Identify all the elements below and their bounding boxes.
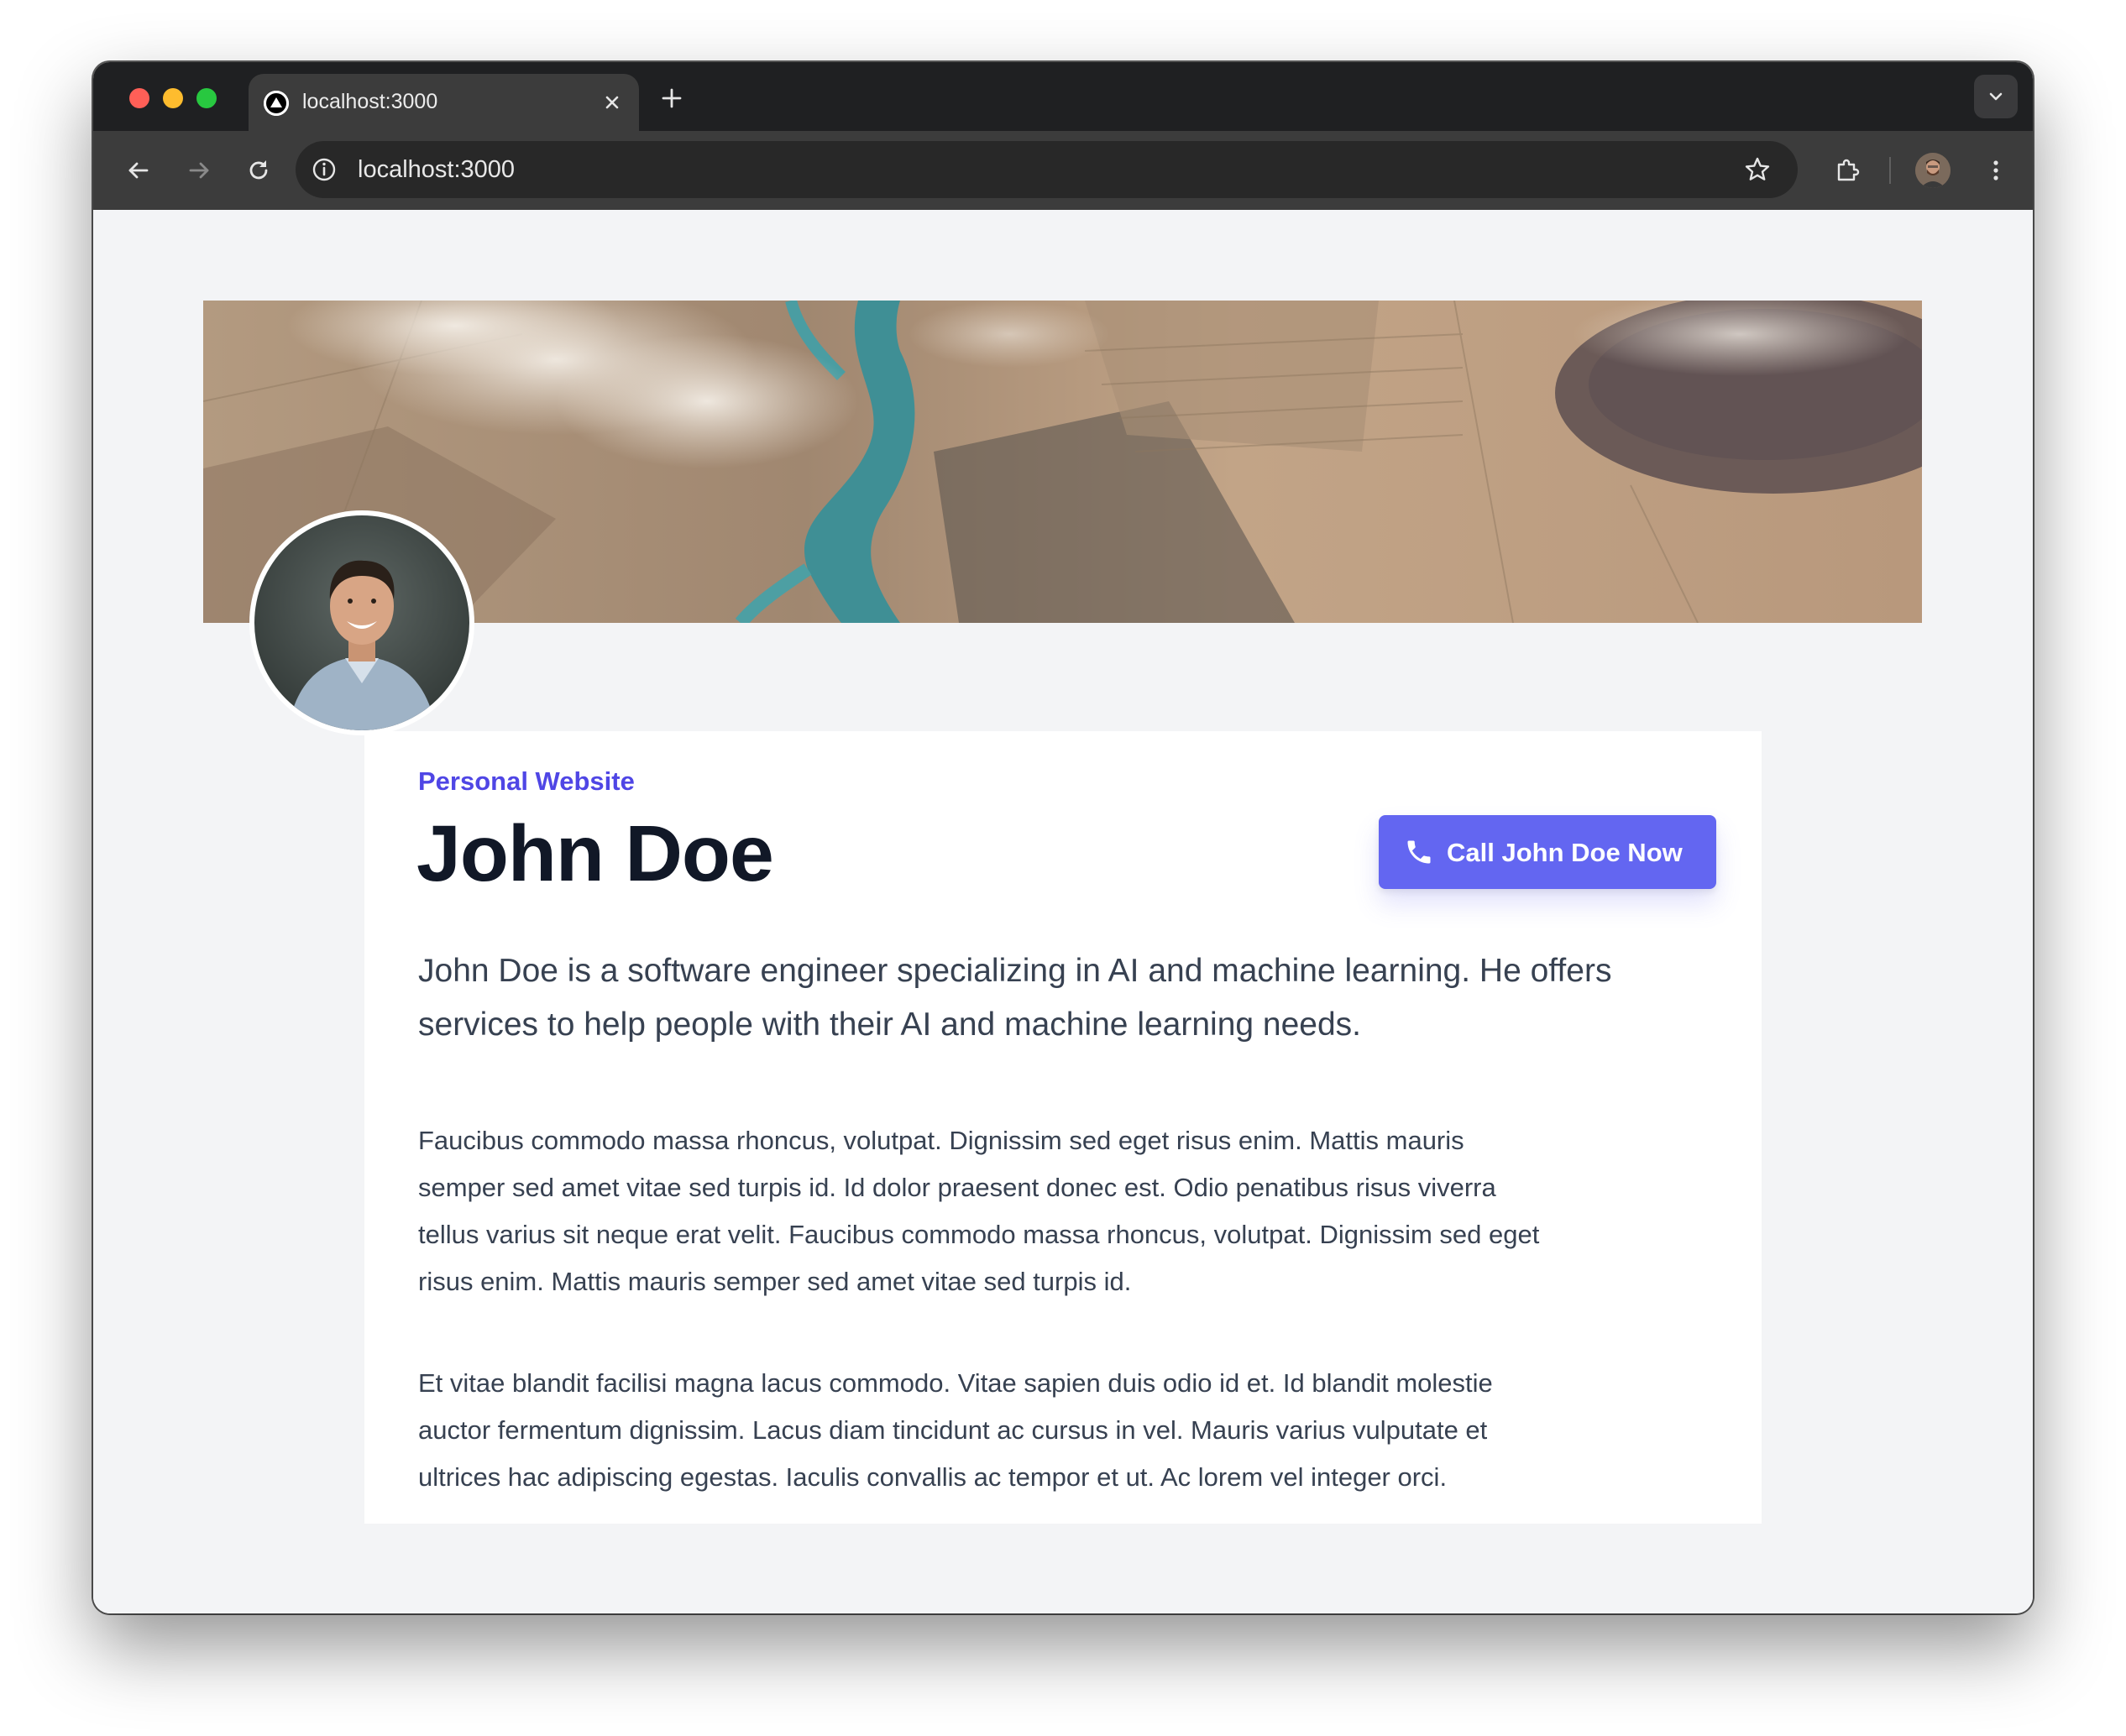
browser-window: localhost:3000 localhost:3000 Personal W… xyxy=(93,62,2033,1613)
arrow-left-icon xyxy=(128,162,149,179)
toolbar-separator xyxy=(1889,157,1891,184)
phone-icon xyxy=(1404,837,1434,867)
tab-search-button[interactable] xyxy=(1974,75,2018,118)
tab-strip: localhost:3000 xyxy=(93,62,2033,131)
triangle-favicon-icon xyxy=(264,91,289,116)
body-paragraph: Et vitae blandit facilisi magna lacus co… xyxy=(418,1368,1493,1492)
browser-menu-button[interactable] xyxy=(1976,150,2016,191)
url-text[interactable]: localhost:3000 xyxy=(358,156,515,184)
page-title: John Doe xyxy=(416,809,774,898)
close-icon[interactable] xyxy=(599,89,626,116)
star-icon[interactable] xyxy=(1742,154,1773,185)
chevron-down-icon xyxy=(1989,92,2003,101)
minimize-window-button[interactable] xyxy=(163,88,183,108)
browser-toolbar: localhost:3000 xyxy=(93,131,2033,210)
body-paragraph: Faucibus commodo massa rhoncus, volutpat… xyxy=(418,1126,1540,1296)
info-icon[interactable] xyxy=(309,154,339,185)
profile-photo xyxy=(249,510,474,735)
close-window-button[interactable] xyxy=(129,88,149,108)
profile-avatar[interactable] xyxy=(1915,153,1951,188)
profile-card: Personal Website John Doe Call John Doe … xyxy=(364,731,1762,1524)
maximize-window-button[interactable] xyxy=(196,88,217,108)
call-button-label: Call John Doe Now xyxy=(1447,838,1683,867)
kebab-menu-icon xyxy=(1993,160,1998,180)
plus-icon[interactable] xyxy=(657,84,686,112)
lead-text: John Doe is a software engineer speciali… xyxy=(418,953,1612,1043)
forward-button[interactable] xyxy=(179,150,219,191)
back-button[interactable] xyxy=(118,150,159,191)
site-eyebrow: Personal Website xyxy=(418,766,635,796)
tab-title: localhost:3000 xyxy=(302,90,438,113)
page-content: Personal Website John Doe Call John Doe … xyxy=(93,210,2033,1613)
browser-tab[interactable]: localhost:3000 xyxy=(249,74,639,131)
address-bar[interactable]: localhost:3000 xyxy=(296,141,1798,198)
reload-icon xyxy=(249,160,268,180)
reload-button[interactable] xyxy=(238,150,279,191)
arrow-right-icon xyxy=(189,162,209,179)
call-button[interactable]: Call John Doe Now xyxy=(1379,815,1716,889)
puzzle-icon xyxy=(1837,159,1860,181)
extensions-button[interactable] xyxy=(1827,150,1867,191)
